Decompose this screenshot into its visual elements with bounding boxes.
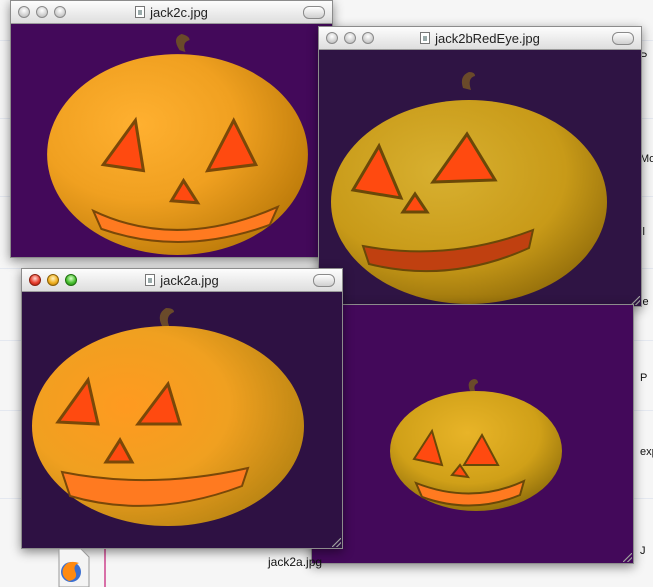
desktop-label-6: exp	[640, 446, 653, 458]
dock-item-label[interactable]: jack2a.jpg	[268, 555, 322, 569]
desktop-label-5: P	[640, 372, 648, 384]
toolbar-toggle-button[interactable]	[612, 32, 634, 45]
image-window-jack2c[interactable]: jack2c.jpg	[10, 0, 333, 258]
pumpkin-image	[11, 24, 332, 257]
window-title: jack2c.jpg	[11, 5, 332, 20]
resize-grip-icon[interactable]	[623, 553, 632, 562]
jpeg-document-icon	[420, 32, 431, 44]
window-title: jack2a.jpg	[22, 273, 342, 288]
image-canvas	[22, 292, 342, 548]
window-title-text: jack2c.jpg	[150, 5, 208, 20]
image-window-untitled[interactable]	[311, 304, 634, 564]
pumpkin-image	[312, 305, 633, 563]
image-window-jack2a[interactable]: jack2a.jpg	[21, 268, 343, 549]
toolbar-toggle-button[interactable]	[303, 6, 325, 19]
window-titlebar[interactable]: jack2a.jpg	[22, 269, 342, 292]
jpeg-document-icon	[145, 274, 156, 286]
image-canvas	[319, 50, 641, 306]
image-canvas	[312, 305, 633, 563]
desktop-accent-line	[104, 545, 106, 587]
window-title-text: jack2a.jpg	[160, 273, 219, 288]
window-title: jack2bRedEye.jpg	[319, 31, 641, 46]
resize-grip-icon[interactable]	[332, 538, 341, 547]
desktop-label-7: J	[640, 545, 646, 557]
firefox-icon[interactable]	[57, 549, 91, 587]
image-canvas	[11, 24, 332, 257]
pumpkin-image	[319, 50, 641, 306]
window-titlebar[interactable]: jack2bRedEye.jpg	[319, 27, 641, 50]
toolbar-toggle-button[interactable]	[313, 274, 335, 287]
window-titlebar[interactable]: jack2c.jpg	[11, 1, 332, 24]
image-window-jack2bRedEye[interactable]: jack2bRedEye.jpg	[318, 26, 642, 307]
window-title-text: jack2bRedEye.jpg	[435, 31, 540, 46]
pumpkin-image	[22, 292, 342, 548]
jpeg-document-icon	[135, 6, 146, 18]
